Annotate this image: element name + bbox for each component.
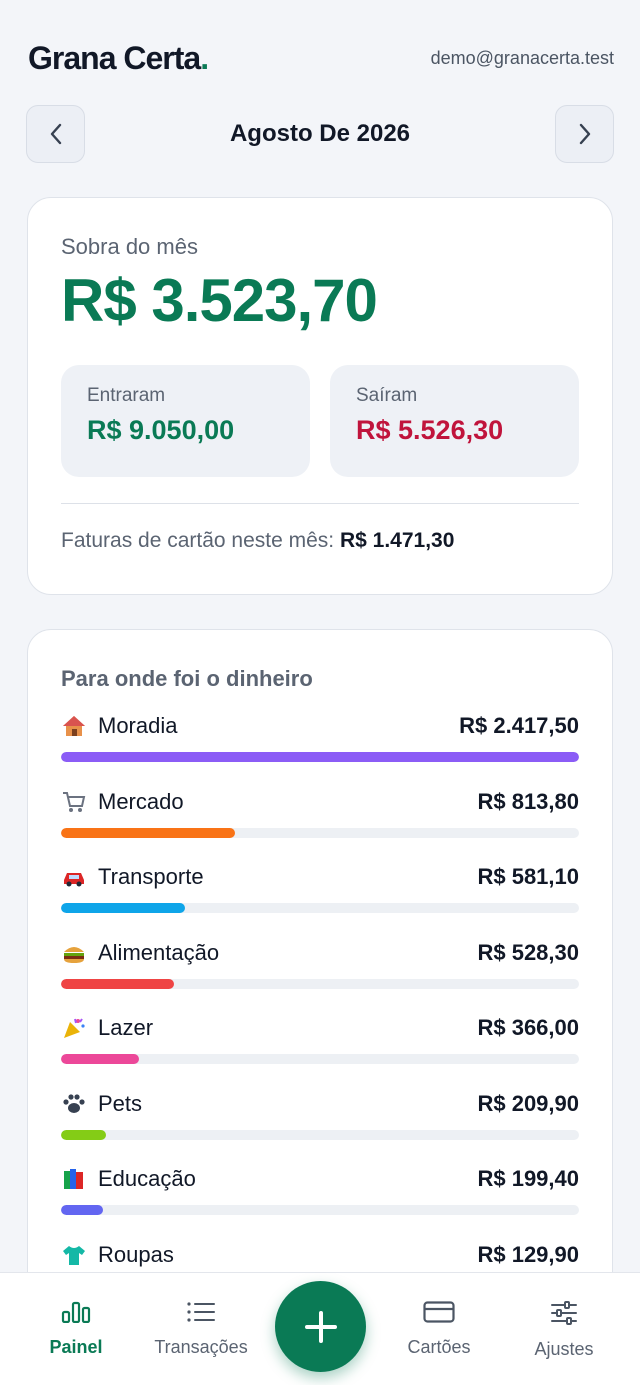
card-invoices-summary: Faturas de cartão neste mês: R$ 1.471,30	[61, 529, 579, 553]
category-list: Moradia R$ 2.417,50 Mercado R$ 813,80 Transp…	[61, 710, 579, 1314]
category-progress-fill	[61, 1205, 104, 1215]
invoice-value: R$ 1.471,30	[339, 529, 455, 552]
nav-painel[interactable]: Painel	[12, 1273, 140, 1385]
category-label: Pets	[61, 1091, 142, 1117]
month-navigation: Agosto De 2026	[26, 105, 614, 163]
brand-logo: Grana Certa.	[28, 39, 209, 76]
expense-box: Saíram R$ 5.526,30	[330, 365, 579, 477]
category-name: Transporte	[98, 864, 204, 889]
category-progress-track	[61, 1054, 579, 1064]
category-label: Mercado	[61, 789, 184, 815]
category-progress-track	[61, 1205, 579, 1215]
next-month-button[interactable]	[555, 105, 614, 163]
category-progress-track	[61, 752, 579, 762]
nav-label: Cartões	[407, 1337, 471, 1357]
nav-ajustes[interactable]: Ajustes	[500, 1273, 628, 1385]
house-icon	[61, 714, 87, 738]
category-label: Alimentação	[61, 940, 219, 966]
category-name: Moradia	[98, 713, 178, 738]
expense-label: Saíram	[356, 385, 418, 406]
paw-icon	[61, 1092, 87, 1116]
category-name: Mercado	[98, 788, 184, 814]
category-amount: R$ 813,80	[477, 788, 579, 814]
income-box: Entraram R$ 9.050,00	[61, 365, 310, 477]
category-progress-track	[61, 827, 579, 838]
category-amount: R$ 528,30	[477, 939, 579, 965]
category-amount: R$ 2.417,50	[459, 713, 579, 738]
category-item: Moradia R$ 2.417,50	[61, 710, 579, 786]
income-value: R$ 9.050,00	[87, 415, 235, 445]
category-name: Pets	[98, 1090, 143, 1116]
chevron-right-icon	[579, 123, 590, 145]
nav-label: Painel	[49, 1337, 103, 1357]
invoice-label: Faturas de cartão neste mês:	[61, 529, 335, 552]
party-popper-icon	[61, 1016, 87, 1040]
month-title: Agosto De 2026	[229, 120, 411, 147]
expense-value: R$ 5.526,30	[356, 415, 504, 445]
category-progress-fill	[61, 978, 174, 989]
category-item: Transporte R$ 581,10	[61, 861, 579, 937]
category-label: Roupas	[61, 1242, 174, 1268]
bar-chart-icon	[61, 1301, 91, 1323]
category-progress-fill	[61, 827, 236, 838]
category-label: Educação	[61, 1166, 196, 1192]
user-email: demo@granacerta.test	[430, 47, 614, 68]
balance-amount: R$ 3.523,70	[61, 267, 378, 334]
category-label: Moradia	[61, 713, 177, 739]
category-progress-track	[61, 978, 579, 989]
category-progress-fill	[61, 752, 579, 762]
bottom-navigation: Painel Transações Cartões Ajustes	[0, 1272, 640, 1385]
shirt-icon	[61, 1243, 87, 1267]
burger-icon	[61, 941, 87, 965]
category-item: Alimentação R$ 528,30	[61, 937, 579, 1013]
nav-label: Ajustes	[534, 1339, 594, 1359]
category-item: Educação R$ 199,40	[61, 1163, 579, 1239]
books-icon	[61, 1167, 87, 1191]
nav-transacoes[interactable]: Transações	[137, 1273, 265, 1385]
category-item: Lazer R$ 366,00	[61, 1012, 579, 1088]
category-amount: R$ 129,90	[477, 1241, 579, 1267]
add-transaction-button[interactable]	[275, 1281, 366, 1372]
credit-card-icon	[423, 1301, 455, 1323]
category-progress-fill	[61, 903, 186, 913]
category-name: Roupas	[98, 1241, 174, 1267]
nav-label: Transações	[154, 1337, 248, 1357]
category-name: Alimentação	[98, 939, 220, 965]
category-name: Educação	[98, 1166, 196, 1191]
shopping-cart-icon	[61, 790, 87, 814]
category-progress-fill	[61, 1054, 140, 1064]
category-item: Pets R$ 209,90	[61, 1088, 579, 1164]
sliders-icon	[551, 1301, 577, 1325]
summary-divider	[61, 503, 579, 504]
list-icon	[187, 1302, 215, 1322]
category-amount: R$ 581,10	[477, 864, 579, 889]
app-header: Grana Certa. demo@granacerta.test	[28, 38, 614, 78]
category-label: Transporte	[61, 864, 204, 890]
category-amount: R$ 366,00	[477, 1015, 579, 1040]
previous-month-button[interactable]	[26, 105, 85, 163]
category-progress-track	[61, 1129, 579, 1140]
car-icon	[61, 865, 87, 889]
balance-label: Sobra do mês	[61, 234, 198, 259]
category-progress-fill	[61, 1129, 107, 1140]
plus-icon	[304, 1310, 337, 1343]
category-amount: R$ 199,40	[477, 1166, 579, 1191]
category-progress-track	[61, 903, 579, 913]
category-item: Mercado R$ 813,80	[61, 786, 579, 862]
category-amount: R$ 209,90	[477, 1090, 579, 1116]
income-label: Entraram	[87, 385, 166, 406]
month-summary-card: Sobra do mês R$ 3.523,70 Entraram R$ 9.0…	[27, 197, 613, 595]
category-name: Lazer	[98, 1015, 154, 1040]
nav-cartoes[interactable]: Cartões	[375, 1273, 503, 1385]
category-label: Lazer	[61, 1015, 153, 1041]
categories-title: Para onde foi o dinheiro	[61, 666, 313, 691]
chevron-left-icon	[50, 123, 61, 145]
